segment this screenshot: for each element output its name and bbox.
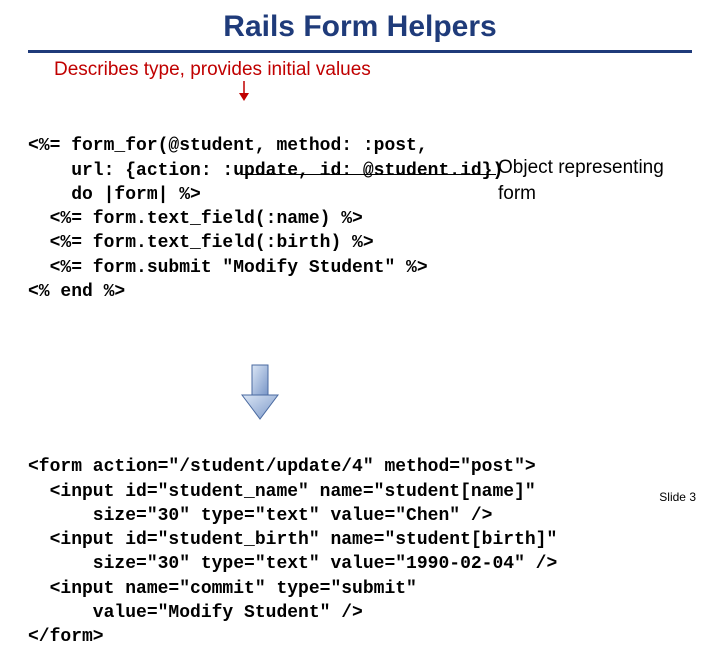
annotation-label: Object representing form: [498, 155, 698, 206]
code-line: <%= form.submit "Modify Student" %>: [28, 258, 428, 278]
large-arrow-icon: [238, 363, 692, 421]
code-line: do |form| %>: [28, 185, 201, 205]
code-line: <%= form.text_field(:birth) %>: [28, 233, 374, 253]
code-line: <% end %>: [28, 282, 125, 302]
code-line: value="Modify Student" />: [28, 603, 363, 623]
annotation-connector-line: [242, 174, 496, 175]
code-line: <%= form_for(@student, method: :post,: [28, 136, 428, 156]
code-line: url: {action: :update, id: @student.id}): [28, 161, 503, 181]
page-title: Rails Form Helpers: [28, 10, 692, 53]
code-line: size="30" type="text" value="1990-02-04"…: [28, 554, 557, 574]
small-arrow-icon: [238, 81, 692, 106]
code-line: <input name="commit" type="submit": [28, 579, 417, 599]
code-line: <%= form.text_field(:name) %>: [28, 209, 363, 229]
code-line: <input id="student_birth" name="student[…: [28, 530, 557, 550]
code-line: <form action="/student/update/4" method=…: [28, 457, 536, 477]
erb-code-block: <%= form_for(@student, method: :post, ur…: [28, 110, 692, 353]
subtitle-note: Describes type, provides initial values: [54, 59, 692, 81]
code-line: <input id="student_name" name="student[n…: [28, 482, 536, 502]
html-output-block: <form action="/student/update/4" method=…: [28, 431, 692, 650]
slide-number: Slide 3: [659, 490, 696, 504]
code-line: size="30" type="text" value="Chen" />: [28, 506, 492, 526]
code-line: </form>: [28, 627, 104, 647]
